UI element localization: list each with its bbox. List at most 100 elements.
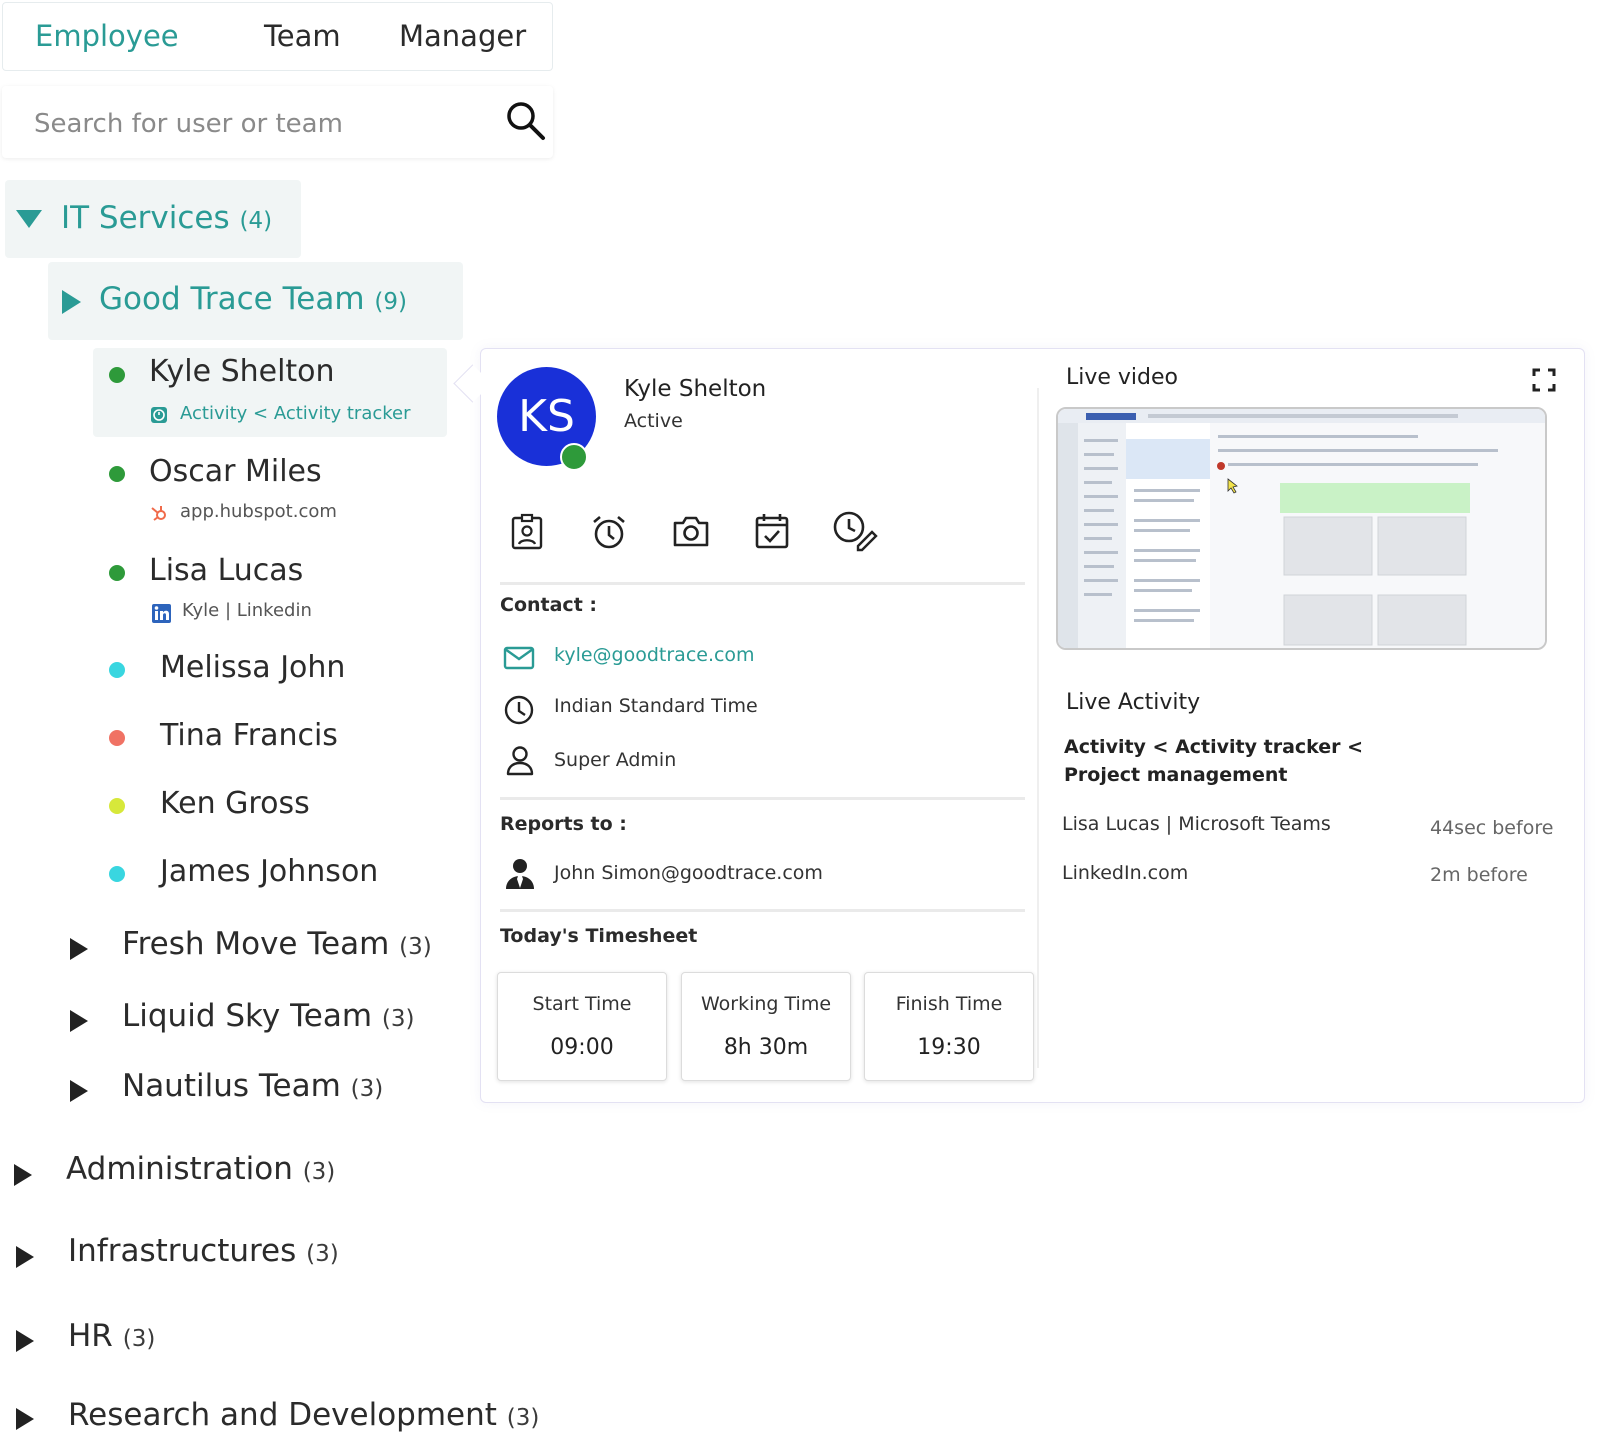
member-name[interactable]: Kyle Shelton (149, 354, 335, 389)
timesheet-value: 19:30 (917, 1035, 981, 1060)
start-time-box: Start Time 09:00 (497, 972, 667, 1081)
contact-email[interactable]: kyle@goodtrace.com (554, 644, 755, 666)
activity-entry-app: LinkedIn.com (1062, 862, 1189, 884)
caret-down-icon (16, 210, 42, 228)
reports-title: Reports to : (500, 813, 627, 835)
member-name[interactable]: Tina Francis (160, 718, 338, 753)
status-dot (109, 466, 125, 482)
group-hr[interactable]: HR (3) (68, 1318, 155, 1354)
tab-employee[interactable]: Employee (35, 19, 179, 53)
activity-tracker-icon (151, 407, 167, 423)
group-count: (3) (302, 1159, 336, 1185)
activity-entry-app: Lisa Lucas | Microsoft Teams (1062, 813, 1331, 835)
team-count: (3) (350, 1076, 384, 1102)
caret-right-icon[interactable] (16, 1408, 34, 1430)
caret-right-icon (62, 290, 81, 314)
view-tabs: Employee Team Manager (2, 2, 553, 71)
contact-title: Contact : (500, 594, 597, 616)
group-count: (3) (122, 1326, 156, 1352)
member-name[interactable]: Ken Gross (160, 786, 310, 821)
divider (500, 797, 1025, 800)
team-count: (9) (374, 289, 407, 315)
timesheet-label: Finish Time (895, 993, 1003, 1015)
profile-status: Active (624, 410, 683, 432)
linkedin-icon (152, 604, 171, 623)
search-bar (2, 86, 553, 158)
live-activity-title: Live Activity (1066, 690, 1201, 715)
contact-card-icon[interactable] (510, 513, 544, 551)
group-name: Administration (66, 1151, 293, 1187)
group-administration[interactable]: Administration (3) (66, 1151, 335, 1187)
live-video-feed[interactable] (1056, 407, 1547, 650)
group-name: IT Services (61, 200, 230, 236)
team-count: (3) (399, 934, 432, 960)
caret-right-icon[interactable] (70, 1010, 88, 1032)
profile-name: Kyle Shelton (624, 376, 767, 402)
tab-manager[interactable]: Manager (399, 19, 526, 53)
email-icon (503, 646, 535, 670)
divider (500, 582, 1025, 585)
activity-entry-time: 2m before (1430, 864, 1528, 886)
status-dot (109, 866, 125, 882)
divider (500, 909, 1025, 912)
calendar-check-icon[interactable] (754, 512, 790, 550)
screen-capture-image (1058, 409, 1545, 648)
alarm-clock-icon[interactable] (590, 513, 628, 551)
camera-icon[interactable] (672, 514, 710, 548)
team-nautilus[interactable]: Nautilus Team (3) (122, 1068, 383, 1104)
status-dot (109, 367, 125, 383)
team-name: Nautilus Team (122, 1068, 341, 1104)
status-dot (109, 565, 125, 581)
status-dot (109, 730, 125, 746)
caret-right-icon[interactable] (16, 1330, 34, 1352)
group-count: (4) (239, 208, 273, 234)
group-research-development[interactable]: Research and Development (3) (68, 1397, 539, 1433)
search-input[interactable] (32, 104, 496, 144)
manager-icon (506, 859, 534, 889)
group-name: Research and Development (68, 1397, 497, 1433)
reports-to[interactable]: John Simon@goodtrace.com (554, 862, 823, 884)
team-name: Good Trace Team (99, 281, 365, 317)
fullscreen-icon[interactable] (1532, 368, 1556, 392)
team-fresh-move[interactable]: Fresh Move Team (3) (122, 926, 432, 962)
caret-right-icon[interactable] (70, 1080, 88, 1102)
group-count: (3) (306, 1241, 339, 1267)
finish-time-box: Finish Time 19:30 (864, 972, 1034, 1081)
caret-right-icon[interactable] (70, 938, 88, 960)
status-dot (109, 798, 125, 814)
contact-timezone: Indian Standard Time (554, 695, 758, 717)
member-activity: app.hubspot.com (180, 501, 337, 522)
member-name[interactable]: James Johnson (160, 854, 378, 889)
team-count: (3) (381, 1006, 415, 1032)
caret-right-icon[interactable] (16, 1246, 34, 1268)
member-activity: Activity < Activity tracker (180, 403, 411, 424)
column-divider (1037, 388, 1039, 1068)
tab-team[interactable]: Team (264, 19, 341, 53)
caret-right-icon[interactable] (14, 1164, 32, 1186)
user-icon (506, 746, 534, 776)
group-label: IT Services (4) (61, 200, 272, 236)
team-liquid-sky[interactable]: Liquid Sky Team (3) (122, 998, 414, 1034)
member-activity: Kyle | Linkedin (182, 600, 312, 621)
contact-role: Super Admin (554, 749, 677, 771)
group-infrastructures[interactable]: Infrastructures (3) (68, 1233, 339, 1269)
timesheet-title: Today's Timesheet (500, 925, 698, 947)
status-dot (109, 662, 125, 678)
timesheet-value: 8h 30m (723, 1035, 809, 1060)
team-name: Fresh Move Team (122, 926, 390, 962)
group-count: (3) (506, 1405, 540, 1431)
timesheet-label: Working Time (700, 993, 832, 1015)
team-label: Good Trace Team (9) (99, 281, 407, 317)
activity-path: Activity < Activity tracker < Project ma… (1064, 736, 1364, 786)
time-edit-icon[interactable] (832, 510, 878, 552)
member-name[interactable]: Oscar Miles (149, 454, 322, 489)
online-status-dot (560, 443, 588, 471)
timesheet-label: Start Time (532, 993, 632, 1015)
working-time-box: Working Time 8h 30m (681, 972, 851, 1081)
member-name[interactable]: Melissa John (160, 650, 345, 685)
group-name: HR (68, 1318, 113, 1354)
member-name[interactable]: Lisa Lucas (149, 553, 303, 588)
search-icon[interactable] (505, 100, 547, 142)
group-name: Infrastructures (68, 1233, 297, 1269)
hubspot-icon (151, 506, 166, 521)
